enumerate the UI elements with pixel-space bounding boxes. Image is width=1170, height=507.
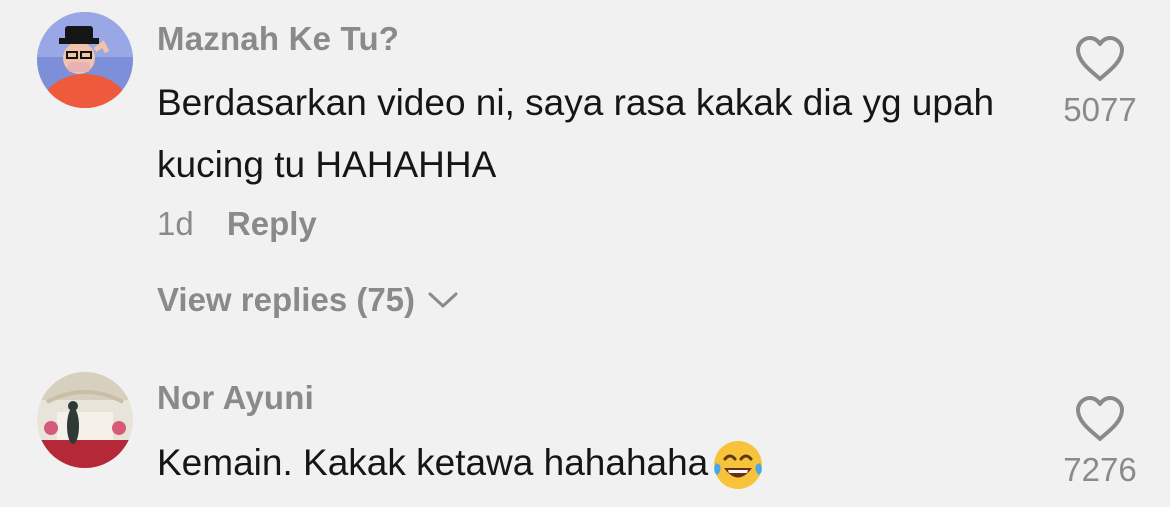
- comment-text: Berdasarkan video ni, saya rasa kakak di…: [157, 82, 995, 185]
- view-replies-label: View replies (75): [157, 281, 416, 318]
- comment-username[interactable]: Maznah Ke Tu?: [157, 20, 399, 58]
- avatar[interactable]: [37, 12, 133, 108]
- comment-text-content: Kemain. Kakak ketawa hahahaha: [157, 442, 709, 483]
- heart-icon[interactable]: [1074, 395, 1126, 443]
- heart-icon[interactable]: [1074, 35, 1126, 83]
- comment-item: Maznah Ke Tu? Berdasarkan video ni, saya…: [0, 0, 1170, 340]
- comment-meta: 1d Reply: [157, 205, 317, 243]
- like-count: 5077: [1063, 91, 1137, 128]
- comment-time: 1d: [157, 205, 194, 242]
- reply-button[interactable]: Reply: [227, 205, 317, 242]
- view-replies-button[interactable]: View replies (75): [157, 281, 459, 319]
- avatar-image: [37, 372, 133, 468]
- like-button[interactable]: 7276: [1050, 395, 1150, 489]
- comment-username[interactable]: Nor Ayuni: [157, 379, 314, 417]
- chevron-down-icon: [428, 292, 458, 308]
- like-count: 7276: [1063, 451, 1137, 488]
- avatar-image: [37, 12, 133, 108]
- like-button[interactable]: 5077: [1050, 35, 1150, 129]
- avatar[interactable]: [37, 372, 133, 468]
- face-with-tears-of-joy-icon: [714, 441, 763, 490]
- comment-text: Kemain. Kakak ketawa hahahaha: [157, 432, 1017, 494]
- comment-item: Nor Ayuni Kemain. Kakak ketawa hahahaha …: [0, 360, 1170, 507]
